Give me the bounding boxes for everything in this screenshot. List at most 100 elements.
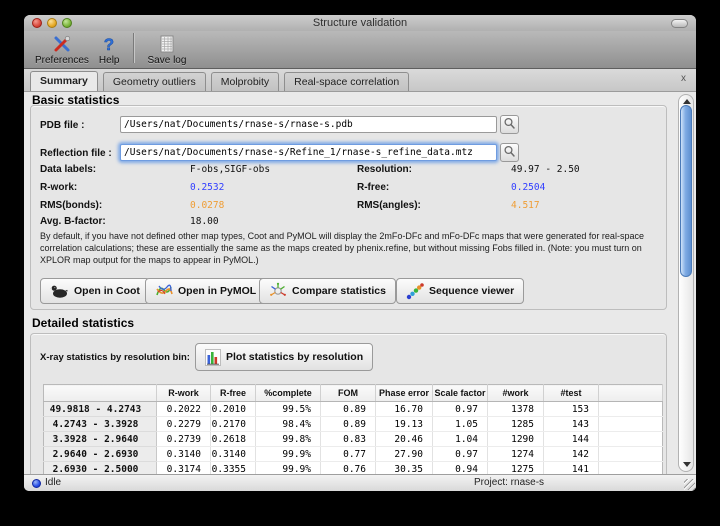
table-header-row: R-work R-free %complete FOM Phase error …	[44, 385, 663, 402]
toolbar: Preferences ? Help	[24, 31, 696, 69]
tab-geometry-outliers[interactable]: Geometry outliers	[103, 72, 206, 91]
detailed-statistics-group: X-ray statistics by resolution bin: Plot…	[30, 333, 667, 474]
sequence-beads-icon	[406, 283, 424, 300]
table-row[interactable]: 4.2743 - 3.3928 0.2279 0.2170 98.4% 0.89…	[44, 417, 663, 432]
col-header-phase-error[interactable]: Phase error	[376, 385, 433, 402]
open-in-pymol-button[interactable]: Open in PyMOL	[145, 278, 266, 304]
cell-fom: 0.89	[321, 402, 376, 417]
table-row[interactable]: 2.9640 - 2.6930 0.3140 0.3140 99.9% 0.77…	[44, 447, 663, 462]
help-button[interactable]: ? Help	[94, 31, 125, 66]
magnifier-icon	[503, 145, 516, 161]
cell-test: 143	[544, 417, 599, 432]
cell-rfree: 0.2170	[211, 417, 256, 432]
col-header-rfree[interactable]: R-free	[211, 385, 256, 402]
col-header-test[interactable]: #test	[544, 385, 599, 402]
cell-phase-error: 19.13	[376, 417, 433, 432]
reflection-file-input[interactable]	[120, 144, 497, 161]
preferences-button[interactable]: Preferences	[30, 31, 94, 66]
sequence-viewer-button[interactable]: Sequence viewer	[396, 278, 524, 304]
tab-bar: Summary Geometry outliers Molprobity Rea…	[24, 69, 696, 92]
resize-grip[interactable]	[684, 479, 695, 490]
cell-complete: 99.8%	[256, 432, 321, 447]
col-header-bin[interactable]	[44, 385, 157, 402]
scroll-up-icon[interactable]	[683, 99, 691, 104]
cell-phase-error: 30.35	[376, 462, 433, 475]
toolbar-toggle-button[interactable]	[671, 19, 688, 28]
cell-rwork: 0.2739	[157, 432, 211, 447]
status-led-icon	[32, 479, 41, 488]
resolution-label: Resolution:	[357, 164, 412, 175]
col-header-fom[interactable]: FOM	[321, 385, 376, 402]
reflection-file-label: Reflection file :	[40, 148, 112, 159]
stats-row: RMS(bonds): 0.0278 RMS(angles): 4.517	[31, 200, 666, 212]
cell-fom: 0.83	[321, 432, 376, 447]
compare-statistics-button[interactable]: Compare statistics	[259, 278, 396, 304]
scrollbar-thumb[interactable]	[680, 105, 692, 277]
cell-rfree: 0.3355	[211, 462, 256, 475]
col-header-scale-factor[interactable]: Scale factor	[433, 385, 488, 402]
title-bar[interactable]: Structure validation	[24, 15, 696, 32]
tools-icon	[52, 33, 72, 54]
log-document-icon	[159, 33, 175, 54]
tab-close-icon[interactable]: x	[681, 73, 686, 84]
browse-reflection-button[interactable]	[500, 143, 519, 162]
open-in-pymol-label: Open in PyMOL	[178, 285, 256, 297]
question-mark-icon: ?	[101, 33, 117, 54]
cell-filler	[599, 402, 663, 417]
sequence-viewer-label: Sequence viewer	[429, 285, 514, 297]
stats-row: Data labels: F-obs,SIGF-obs Resolution: …	[31, 164, 666, 176]
cell-complete: 99.9%	[256, 447, 321, 462]
pdb-file-label: PDB file :	[40, 120, 84, 131]
cell-test: 142	[544, 447, 599, 462]
bin-range: 2.6930 - 2.5000	[44, 462, 157, 475]
cell-complete: 99.5%	[256, 402, 321, 417]
open-in-coot-label: Open in Coot	[74, 285, 140, 297]
avg-b-factor-value: 18.00	[190, 216, 219, 227]
tab-summary[interactable]: Summary	[30, 71, 98, 91]
resolution-value: 49.97 - 2.50	[511, 164, 580, 175]
cell-work: 1274	[488, 447, 544, 462]
browse-pdb-button[interactable]	[500, 115, 519, 134]
cell-fom: 0.76	[321, 462, 376, 475]
bin-range: 4.2743 - 3.3928	[44, 417, 157, 432]
cell-work: 1275	[488, 462, 544, 475]
plot-statistics-button[interactable]: Plot statistics by resolution	[195, 343, 373, 371]
avg-b-factor-label: Avg. B-factor:	[40, 216, 106, 227]
compare-statistics-label: Compare statistics	[292, 285, 386, 297]
cell-work: 1290	[488, 432, 544, 447]
cell-work: 1285	[488, 417, 544, 432]
tab-molprobity[interactable]: Molprobity	[211, 72, 279, 91]
data-labels-value: F-obs,SIGF-obs	[190, 164, 270, 175]
structure-validation-window: Structure validation Preferences ? Help	[24, 15, 696, 491]
cell-scale-factor: 1.05	[433, 417, 488, 432]
cell-fom: 0.77	[321, 447, 376, 462]
table-row[interactable]: 2.6930 - 2.5000 0.3174 0.3355 99.9% 0.76…	[44, 462, 663, 475]
tab-real-space-correlation[interactable]: Real-space correlation	[284, 72, 409, 91]
col-header-rwork[interactable]: R-work	[157, 385, 211, 402]
scroll-down-icon[interactable]	[683, 462, 691, 467]
cell-filler	[599, 432, 663, 447]
cell-rwork: 0.2022	[157, 402, 211, 417]
cell-filler	[599, 462, 663, 475]
bar-chart-icon	[205, 349, 221, 366]
stats-row: Avg. B-factor: 18.00	[31, 216, 666, 228]
col-header-work[interactable]: #work	[488, 385, 544, 402]
pymol-ribbon-icon	[155, 283, 173, 299]
col-header-complete[interactable]: %complete	[256, 385, 321, 402]
cell-work: 1378	[488, 402, 544, 417]
table-row[interactable]: 3.3928 - 2.9640 0.2739 0.2618 99.8% 0.83…	[44, 432, 663, 447]
detailed-statistics-heading: Detailed statistics	[32, 316, 134, 330]
rms-angles-label: RMS(angles):	[357, 200, 421, 211]
save-log-button[interactable]: Save log	[143, 31, 192, 66]
pdb-file-input[interactable]	[120, 116, 497, 133]
summary-panel: Basic statistics PDB file : Reflection f…	[24, 92, 696, 474]
data-labels-label: Data labels:	[40, 164, 96, 175]
cell-filler	[599, 417, 663, 432]
resolution-bin-table: R-work R-free %complete FOM Phase error …	[43, 384, 663, 474]
svg-text:?: ?	[104, 35, 114, 54]
r-work-label: R-work:	[40, 182, 77, 193]
r-work-value: 0.2532	[190, 182, 224, 193]
vertical-scrollbar[interactable]	[678, 94, 694, 472]
table-row[interactable]: 49.9818 - 4.2743 0.2022 0.2010 99.5% 0.8…	[44, 402, 663, 417]
open-in-coot-button[interactable]: Open in Coot	[40, 278, 150, 304]
